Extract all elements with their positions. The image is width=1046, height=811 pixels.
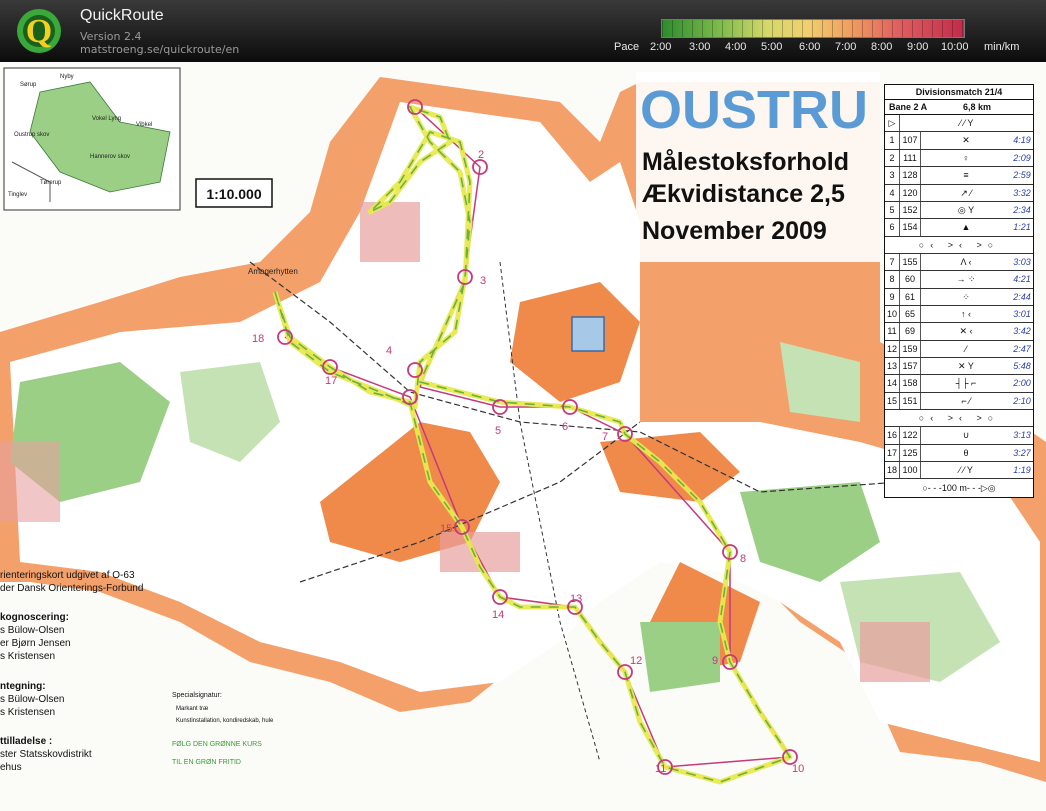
green-vegetation xyxy=(640,622,720,692)
svg-text:Kunstinstallation, kondiredska: Kunstinstallation, kondiredskab, hule xyxy=(176,718,274,724)
map-subtitle: Ækvidistance 2,5 xyxy=(642,180,845,208)
overview-place-label: Tinglev xyxy=(8,192,27,198)
svg-text:s Bülow-Olsen: s Bülow-Olsen xyxy=(0,694,64,705)
pace-tick: 9:00 xyxy=(907,41,929,53)
description-title: Divisionsmatch 21/4 xyxy=(885,85,1033,100)
quickroute-logo-icon: Q xyxy=(17,9,61,53)
control-number: 11 xyxy=(655,763,666,775)
description-row: 1 107 ✕ 4:19 xyxy=(885,132,1033,150)
overview-inset: Sørup Nyby Oustrup skov Vokel Lyng Hanne… xyxy=(3,67,181,211)
description-row: 17 125 θ 3:27 xyxy=(885,444,1033,463)
description-row: 6 154 ▲ 1:21 xyxy=(885,219,1033,237)
svg-text:er Bjørn Jensen: er Bjørn Jensen xyxy=(0,638,71,649)
private-area xyxy=(0,442,60,522)
svg-text:ttilladelse :: ttilladelse : xyxy=(0,736,52,747)
control-number: 6 xyxy=(562,421,568,433)
pace-tick: 3:00 xyxy=(689,41,711,53)
description-row: 3 128 ≡ 2:59 xyxy=(885,167,1033,185)
overview-place-label: Sørup xyxy=(20,82,37,88)
control-number: 18 xyxy=(252,333,264,345)
pace-tick: 8:00 xyxy=(871,41,893,53)
pace-unit: min/km xyxy=(984,41,1020,53)
pace-tick: 4:00 xyxy=(725,41,747,53)
pace-label: Pace xyxy=(614,41,640,53)
svg-text:FØLG DEN GRØNNE KURS: FØLG DEN GRØNNE KURS xyxy=(172,741,262,748)
course-name: Bane 2 A xyxy=(889,102,928,112)
app-version: Version 2.4 xyxy=(80,30,142,43)
control-number: 4 xyxy=(386,345,392,357)
app-title: QuickRoute xyxy=(80,7,164,24)
svg-text:ntegning:: ntegning: xyxy=(0,681,46,692)
description-row: 11 69 ✕ ‹ 3:42 xyxy=(885,323,1033,341)
control-description-sheet: Divisionsmatch 21/4 Bane 2 A 6,8 km ▷ ⁄ ⁄… xyxy=(884,84,1034,499)
svg-text:rienteringskort udgivet af O-6: rienteringskort udgivet af O-63 xyxy=(0,570,135,581)
description-row: 13 157 ✕ Y 5:48 xyxy=(885,358,1033,376)
control-number: 5 xyxy=(495,425,501,437)
marked-route-separator: ○‹ >‹ >○ xyxy=(885,237,1033,254)
map-title: OUSTRU xyxy=(640,80,868,140)
pace-tick: 6:00 xyxy=(799,41,821,53)
overview-place-label: Tørerup xyxy=(40,180,62,186)
description-row: 12 159 ⁄ 2:47 xyxy=(885,340,1033,359)
overview-place-label: Vibkel xyxy=(136,122,152,128)
description-row: 15 151 ⌐ ⁄ 2:10 xyxy=(885,392,1033,411)
control-number: 10 xyxy=(792,763,804,775)
control-number: 13 xyxy=(570,593,582,605)
overview-place-label: Nyby xyxy=(60,74,74,80)
finish-distance: 100 m xyxy=(941,483,967,494)
svg-text:kognoscering:: kognoscering: xyxy=(0,612,69,623)
marked-route-separator: ○‹ >‹ >○ xyxy=(885,410,1033,428)
control-number: 12 xyxy=(630,655,642,667)
control-number: 14 xyxy=(492,609,504,621)
description-row: 10 65 ↑ ‹ 3:01 xyxy=(885,305,1033,324)
control-number: 3 xyxy=(480,275,486,287)
pace-tick: 7:00 xyxy=(835,41,857,53)
course-length: 6,8 km xyxy=(963,102,992,112)
description-row: 7 155 Λ ‹ 3:03 xyxy=(885,253,1033,272)
description-row: 16 122 ∪ 3:13 xyxy=(885,427,1033,445)
control-number: 2 xyxy=(478,149,484,161)
description-row: 14 158 ┤├ ⌐ 2:00 xyxy=(885,375,1033,393)
pace-tick: 10:00 xyxy=(941,41,969,53)
pace-tick: 5:00 xyxy=(761,41,783,53)
place-label: Amagerhytten xyxy=(248,267,298,276)
pace-color-scale xyxy=(661,19,965,38)
control-number: 9 xyxy=(712,655,718,667)
svg-text:s Kristensen: s Kristensen xyxy=(0,651,55,662)
svg-text:ster Statsskovdistrikt: ster Statsskovdistrikt xyxy=(0,749,92,760)
private-area xyxy=(860,622,930,682)
start-row: ▷ ⁄ ⁄ Y xyxy=(885,115,1033,133)
description-row: 5 152 ◎ Y 2:34 xyxy=(885,201,1033,220)
svg-text:Markant træ: Markant træ xyxy=(176,706,209,712)
svg-text:TIL EN GRØN FRITID: TIL EN GRØN FRITID xyxy=(172,759,241,766)
map-scale: 1:10.000 xyxy=(206,186,261,202)
app-url[interactable]: matstroeng.se/quickroute/en xyxy=(80,43,239,56)
map-subtitle: November 2009 xyxy=(642,217,827,245)
map-subtitle: Målestoksforhold xyxy=(642,148,849,176)
svg-text:s Kristensen: s Kristensen xyxy=(0,707,55,718)
control-number: 7 xyxy=(602,431,608,443)
control-number: 8 xyxy=(740,553,746,565)
svg-text:Specialsignatur:: Specialsignatur: xyxy=(172,692,222,699)
svg-text:Q: Q xyxy=(26,13,52,50)
description-row: 9 61 ⁘ 2:44 xyxy=(885,288,1033,306)
description-row: 2 111 ♀ 2:09 xyxy=(885,149,1033,168)
description-row: 8 60 → ⁘ 4:21 xyxy=(885,271,1033,289)
control-number: 17 xyxy=(325,375,337,387)
app-header: Q QuickRoute Version 2.4 matstroeng.se/q… xyxy=(0,0,1046,62)
svg-text:s Bülow-Olsen: s Bülow-Olsen xyxy=(0,625,64,636)
pace-tick: 2:00 xyxy=(650,41,672,53)
overview-place-label: Oustrup skov xyxy=(14,132,49,138)
finish-row: ○- - -100 m- - -▷◎ xyxy=(922,483,996,494)
svg-text:der Dansk Orienterings-Forbund: der Dansk Orienterings-Forbund xyxy=(0,583,143,594)
description-row: 4 120 ↗ ⁄ 3:32 xyxy=(885,184,1033,202)
lake xyxy=(571,316,605,352)
svg-text:ehus: ehus xyxy=(0,762,22,773)
description-row: 18 100 ⁄ ⁄ Y 1:19 xyxy=(885,462,1033,480)
overview-place-label: Vokel Lyng xyxy=(92,116,121,122)
control-number: 15 xyxy=(440,523,452,535)
overview-place-label: Hannerov skov xyxy=(90,154,130,160)
